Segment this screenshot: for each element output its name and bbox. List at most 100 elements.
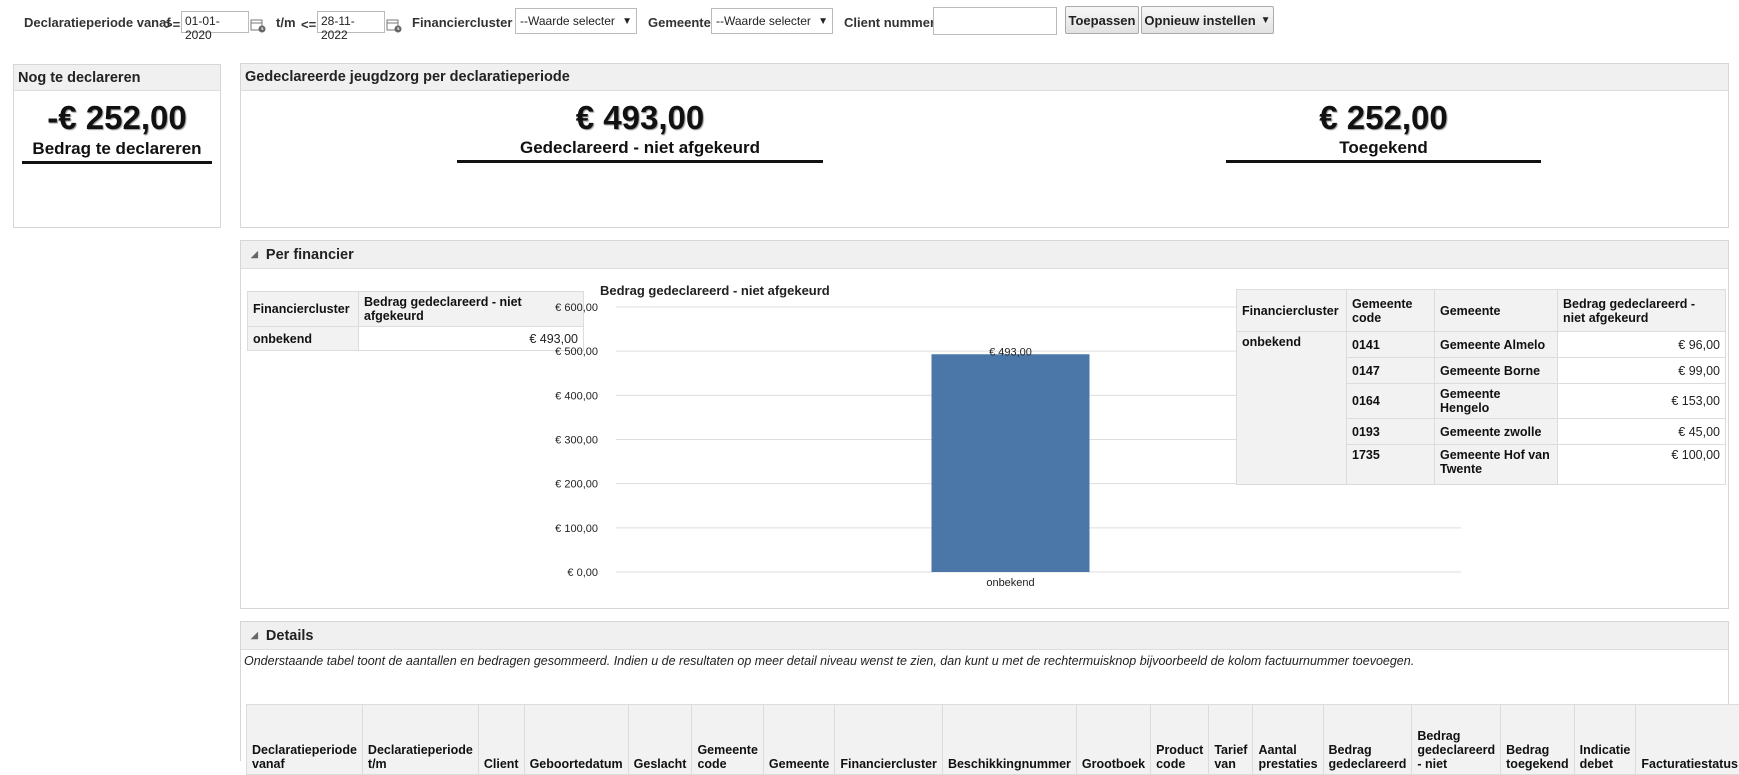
kpi-underline [22,161,212,164]
column-header: Client [478,705,524,775]
kpi-value: -€ 252,00 [14,99,220,137]
column-header: Bedrag gedeclareerd - niet afgekeurd [1558,290,1726,332]
period-from-input[interactable]: 01-01-2020 [181,11,249,33]
y-tick-label: € 0,00 [567,567,598,579]
column-header: Geslacht [628,705,692,775]
column-header: Financiercluster [835,705,943,775]
dropdown-arrow-icon: ▼ [622,16,632,27]
row-group-header: onbekend [1237,332,1347,485]
panel-title: Gedeclareerde jeugdzorg per declaratiepe… [241,64,1728,91]
table-cell: Gemeente Borne [1435,358,1558,384]
period-from-operator: >= [165,17,180,32]
table-cell: 0193 [1347,419,1435,445]
table-header-row: Declaratieperiode vanafDeclaratieperiode… [247,705,1739,775]
column-header: Gemeente [763,705,834,775]
table-cell: € 153,00 [1558,384,1726,419]
details-description: Onderstaande tabel toont de aantallen en… [244,654,1414,668]
table-cell: € 99,00 [1558,358,1726,384]
table-cell: 0164 [1347,384,1435,419]
column-header: Bedrag toegekend [1501,705,1575,775]
column-header: Facturatiestatus [1636,705,1739,775]
column-header: Gemeente code [692,705,763,775]
column-header: Financiercluster [248,292,359,327]
kpi-value: € 252,00 [1226,99,1541,137]
section-title: Details [266,628,314,644]
section-title: Per financier [266,247,354,263]
financier-select-value: --Waarde selecter [520,14,615,28]
panel-title: Nog te declareren [14,65,220,91]
gemeente-label: Gemeente [648,15,711,30]
collapse-triangle-icon[interactable]: ◢ [251,249,258,260]
chart-title: Bedrag gedeclareerd - niet afgekeurd [600,283,830,298]
column-header: Declaratieperiode t/m [362,705,478,775]
y-tick-label: € 600,00 [555,302,598,314]
table-cell: Gemeente zwolle [1435,419,1558,445]
dropdown-arrow-icon: ▼ [818,16,828,27]
kpi-toegekend: € 252,00 Toegekend [1226,99,1541,163]
period-from-label: Declaratieperiode vanaf [24,15,171,30]
details-panel: ◢ Details Onderstaande tabel toont de aa… [240,621,1729,761]
kpi-value: € 493,00 [457,99,823,137]
kpi-underline [457,160,823,163]
financier-select[interactable]: --Waarde selecter ▼ [515,8,637,34]
column-header: Bedrag gedeclareerd - niet [1412,705,1501,775]
kpi-gedeclareerd: € 493,00 Gedeclareerd - niet afgekeurd [457,99,823,163]
collapse-triangle-icon[interactable]: ◢ [251,630,258,641]
period-to-input[interactable]: 28-11-2022 [317,11,385,33]
gemeente-select-value: --Waarde selecter [716,14,811,28]
period-to-label: t/m [276,15,296,30]
y-tick-label: € 100,00 [555,523,598,535]
gemeente-select[interactable]: --Waarde selecter ▼ [711,8,833,34]
gemeente-detail-table: Financiercluster Gemeente code Gemeente … [1236,289,1726,485]
table-cell: Gemeente Almelo [1435,332,1558,358]
row-header: onbekend [248,327,359,351]
kpi-label: Gedeclareerd - niet afgekeurd [457,138,823,158]
table-row: onbekend 0141 Gemeente Almelo € 96,00 [1237,332,1726,358]
table-cell: € 45,00 [1558,419,1726,445]
calendar-icon[interactable] [250,17,266,33]
client-number-label: Client nummer [844,15,935,30]
y-tick-label: € 300,00 [555,435,598,447]
dropdown-arrow-icon: ▼ [1261,15,1271,26]
column-header: Declaratieperiode vanaf [247,705,363,775]
reset-button-label: Opnieuw instellen [1144,13,1255,28]
column-header: Gemeente code [1347,290,1435,332]
table-cell: Gemeente Hof van Twente [1435,445,1558,485]
bar-data-label: € 493,00 [989,346,1032,358]
table-cell: € 100,00 [1558,445,1726,485]
column-header: Product code [1151,705,1209,775]
y-tick-label: € 400,00 [555,390,598,402]
table-cell: € 96,00 [1558,332,1726,358]
section-header[interactable]: ◢ Details [241,622,1728,650]
y-tick-label: € 200,00 [555,479,598,491]
client-number-input[interactable] [933,7,1057,35]
kpi-underline [1226,160,1541,163]
reset-button[interactable]: Opnieuw instellen ▼ [1141,6,1274,34]
details-table: Declaratieperiode vanafDeclaratieperiode… [246,704,1739,775]
y-tick-label: € 500,00 [555,346,598,358]
section-header[interactable]: ◢ Per financier [241,241,1728,269]
table-cell: Gemeente Hengelo [1435,384,1558,419]
column-header: Bedrag gedeclareerd [1323,705,1412,775]
period-to-operator: <= [301,17,316,32]
table-cell: 0147 [1347,358,1435,384]
x-tick-label: onbekend [986,577,1034,589]
column-header: Aantal prestaties [1253,705,1323,775]
column-header: Grootboek [1076,705,1150,775]
column-header: Tarief van [1209,705,1253,775]
column-header: Indicatie debet [1574,705,1636,775]
table-cell: 0141 [1347,332,1435,358]
nog-te-declareren-panel: Nog te declareren -€ 252,00 Bedrag te de… [13,64,221,228]
kpi-label: Toegekend [1226,138,1541,158]
bar[interactable] [932,354,1090,572]
column-header: Geboortedatum [524,705,628,775]
jeugdzorg-panel: Gedeclareerde jeugdzorg per declaratiepe… [240,63,1729,228]
column-header: Financiercluster [1237,290,1347,332]
table-cell: 1735 [1347,445,1435,485]
column-header: Beschikkingnummer [942,705,1076,775]
calendar-icon[interactable] [386,17,402,33]
apply-button[interactable]: Toepassen [1065,6,1139,34]
kpi-label: Bedrag te declareren [14,139,220,159]
financier-label: Financiercluster [412,15,512,30]
column-header: Gemeente [1435,290,1558,332]
